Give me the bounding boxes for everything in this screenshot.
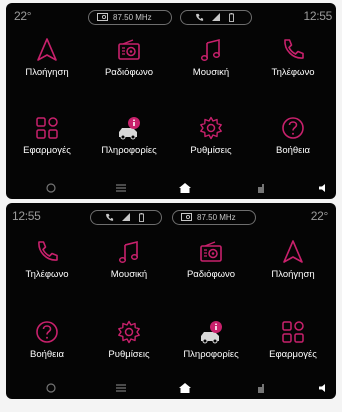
info-car-icon <box>119 117 140 140</box>
tile-label: Πλοήγηση <box>271 269 315 280</box>
status-bar: 22° 87.50 MHz 12:55 <box>6 3 336 29</box>
tile-apps[interactable]: Εφαρμογές <box>6 111 88 171</box>
tile-music[interactable]: Μουσική <box>88 235 170 295</box>
settings-icon <box>118 320 140 344</box>
navigation-icon <box>283 240 303 263</box>
volume-icon[interactable] <box>316 182 330 194</box>
info-car-icon <box>201 321 222 344</box>
climate-icon[interactable] <box>254 382 268 394</box>
bottom-nav-bar <box>6 377 336 399</box>
tile-label: Εφαρμογές <box>23 145 71 156</box>
tile-label: Ρυθμίσεις <box>108 349 150 360</box>
tile-label: Μουσική <box>110 269 148 280</box>
tile-label: Ρυθμίσεις <box>190 145 232 156</box>
tile-label: Βοήθεια <box>29 349 65 360</box>
phone-icon <box>106 213 114 221</box>
tile-label: Πληροφορίες <box>101 145 157 156</box>
apps-icon <box>36 117 58 139</box>
voice-icon[interactable] <box>44 382 58 394</box>
radio-frequency: 87.50 MHz <box>197 213 236 222</box>
tile-settings[interactable]: Ρυθμίσεις <box>88 315 170 375</box>
help-icon <box>36 321 58 343</box>
tile-phone[interactable]: Τηλέφωνο <box>6 235 88 295</box>
tile-info[interactable]: Πληροφορίες <box>88 111 170 171</box>
help-icon <box>282 117 304 139</box>
phone-status-pill[interactable] <box>180 10 252 25</box>
clock: 12:55 <box>12 209 41 223</box>
multimedia-home-screen-bottom: 12:55 87.50 MHz 22° Τηλέφωνο Μουσική Ραδ… <box>6 203 336 399</box>
radio-status-pill[interactable]: 87.50 MHz <box>88 10 172 25</box>
radio-icon <box>200 241 222 262</box>
radio-icon <box>118 39 140 60</box>
tile-apps[interactable]: Εφαρμογές <box>252 315 334 375</box>
tile-radio[interactable]: Ραδιόφωνο <box>170 235 252 295</box>
tile-navigation[interactable]: Πλοήγηση <box>252 235 334 295</box>
tile-label: Τηλέφωνο <box>25 269 69 280</box>
navigation-icon <box>37 38 57 61</box>
outside-temperature: 22° <box>310 209 329 223</box>
tile-phone[interactable]: Τηλέφωνο <box>252 33 334 93</box>
bottom-nav-bar <box>6 177 336 199</box>
menu-icon[interactable] <box>114 382 128 394</box>
apps-icon <box>282 321 304 343</box>
phone-status-pill[interactable] <box>90 210 162 225</box>
tile-label: Πλοήγηση <box>25 67 69 78</box>
settings-icon <box>200 116 222 140</box>
phone-icon <box>38 241 58 261</box>
status-bar: 12:55 87.50 MHz 22° <box>6 203 336 229</box>
tile-settings[interactable]: Ρυθμίσεις <box>170 111 252 171</box>
home-icon[interactable] <box>178 182 192 194</box>
music-icon <box>118 240 139 263</box>
volume-icon[interactable] <box>316 382 330 394</box>
radio-status-pill[interactable]: 87.50 MHz <box>172 210 256 225</box>
battery-icon <box>229 13 234 22</box>
tile-radio[interactable]: Ραδιόφωνο <box>88 33 170 93</box>
tile-label: Εφαρμογές <box>269 349 317 360</box>
radio-frequency: 87.50 MHz <box>113 13 152 22</box>
music-icon <box>200 38 221 61</box>
tile-help[interactable]: Βοήθεια <box>252 111 334 171</box>
menu-icon[interactable] <box>114 182 128 194</box>
tile-label: Τηλέφωνο <box>271 67 315 78</box>
outside-temperature: 22° <box>14 9 32 23</box>
multimedia-home-screen-top: 22° 87.50 MHz 12:55 Πλοήγηση Ραδιόφωνο Μ… <box>6 3 336 199</box>
tile-label: Βοήθεια <box>275 145 311 156</box>
tile-navigation[interactable]: Πλοήγηση <box>6 33 88 93</box>
tile-music[interactable]: Μουσική <box>170 33 252 93</box>
clock: 12:55 <box>303 9 332 23</box>
radio-icon <box>181 213 192 221</box>
signal-icon <box>122 213 130 221</box>
tile-label: Μουσική <box>192 67 230 78</box>
tile-label: Ραδιόφωνο <box>104 67 154 78</box>
voice-icon[interactable] <box>44 182 58 194</box>
phone-icon <box>196 13 204 21</box>
radio-icon <box>97 13 108 21</box>
signal-icon <box>212 13 220 21</box>
home-icon[interactable] <box>178 382 192 394</box>
tile-help[interactable]: Βοήθεια <box>6 315 88 375</box>
battery-icon <box>139 213 144 222</box>
phone-icon <box>284 39 304 59</box>
climate-icon[interactable] <box>254 182 268 194</box>
tile-info[interactable]: Πληροφορίες <box>170 315 252 375</box>
tile-label: Πληροφορίες <box>183 349 239 360</box>
tile-label: Ραδιόφωνο <box>186 269 236 280</box>
